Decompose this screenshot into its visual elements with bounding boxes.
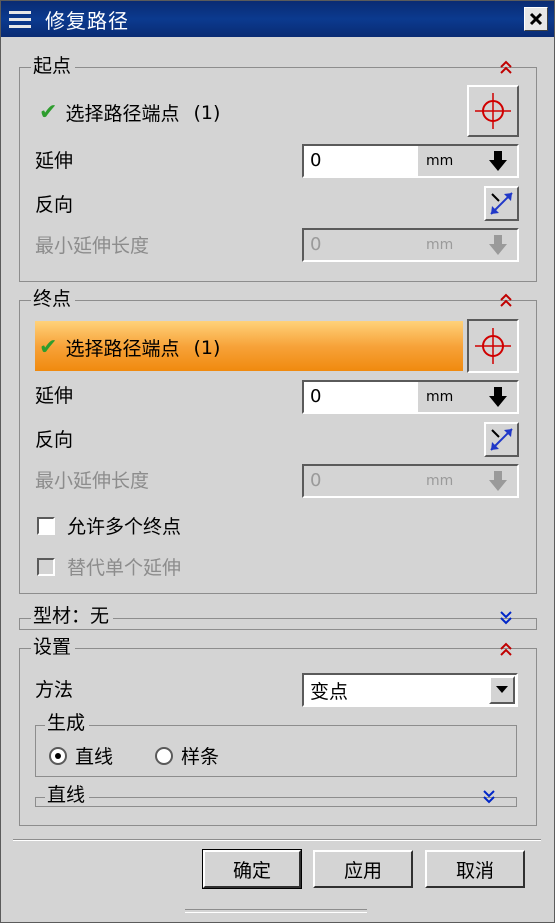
start-select-count: (1) — [193, 101, 221, 124]
radio-line-option[interactable]: 直线 — [49, 742, 113, 769]
start-reverse-button[interactable] — [484, 186, 519, 221]
check-icon: ✔ — [39, 335, 58, 360]
end-min-extend-unit: mm — [426, 473, 454, 489]
method-label: 方法 — [35, 679, 74, 701]
crosshair-icon — [475, 93, 511, 129]
reverse-direction-icon — [490, 192, 513, 215]
end-point-picker-button[interactable] — [467, 319, 519, 373]
check-icon: ✔ — [39, 100, 58, 125]
start-select-label: 选择路径端点 — [65, 103, 180, 125]
override-single-extend-row: 替代单个延伸 — [37, 553, 181, 580]
allow-multiple-checkbox[interactable] — [37, 516, 55, 535]
end-min-extend-field: 0 mm — [302, 464, 519, 498]
start-point-picker-button[interactable] — [467, 85, 519, 137]
override-single-checkbox — [37, 557, 55, 576]
end-extend-unit: mm — [426, 389, 454, 405]
start-extend-unit: mm — [426, 153, 454, 169]
reverse-direction-icon — [490, 428, 513, 451]
start-extend-value[interactable]: 0 — [304, 146, 418, 176]
ok-button[interactable]: 确定 — [202, 849, 302, 889]
end-min-extend-value: 0 — [304, 466, 418, 496]
allow-multiple-label: 允许多个终点 — [67, 516, 182, 538]
down-arrow-icon — [488, 387, 507, 407]
settings-group-title: 设置 — [31, 636, 76, 658]
end-select-label: 选择路径端点 — [65, 338, 180, 360]
expand-chevron-icon[interactable] — [498, 610, 514, 626]
collapse-chevron-icon[interactable] — [498, 59, 514, 75]
chevron-down-icon — [496, 686, 508, 693]
profile-group-title[interactable]: 型材：无 — [31, 605, 114, 627]
resize-grip[interactable] — [185, 909, 367, 913]
repair-path-dialog: 修复路径 起点 ✔ 选择路径端点 (1) 延伸 0 mm 反向 最小延伸长度 0… — [0, 0, 555, 923]
method-select-value: 变点 — [310, 680, 349, 703]
down-arrow-icon — [488, 471, 507, 491]
start-min-extend-unit: mm — [426, 237, 454, 253]
end-min-extend-dropdown — [478, 466, 517, 496]
start-extend-field[interactable]: 0 mm — [302, 144, 519, 178]
end-reverse-button[interactable] — [484, 422, 519, 457]
crosshair-icon — [475, 328, 511, 364]
menu-icon[interactable] — [9, 9, 31, 29]
radio-spline-option[interactable]: 样条 — [155, 742, 219, 769]
start-reverse-label: 反向 — [35, 194, 74, 216]
cancel-button[interactable]: 取消 — [425, 850, 525, 888]
radio-line[interactable] — [49, 746, 67, 765]
allow-multiple-endpoints-row[interactable]: 允许多个终点 — [37, 512, 181, 539]
start-extend-label: 延伸 — [35, 150, 74, 172]
title-bar: 修复路径 — [1, 1, 554, 37]
end-group-title: 终点 — [31, 288, 76, 310]
radio-spline[interactable] — [155, 746, 173, 765]
expand-chevron-icon[interactable] — [481, 789, 497, 805]
start-min-extend-dropdown — [478, 230, 517, 260]
start-min-extend-label: 最小延伸长度 — [35, 235, 150, 257]
end-extend-field[interactable]: 0 mm — [302, 380, 519, 414]
radio-line-label: 直线 — [75, 746, 114, 768]
end-min-extend-label: 最小延伸长度 — [35, 470, 150, 492]
collapse-chevron-icon[interactable] — [498, 641, 514, 657]
line-group — [35, 797, 517, 807]
start-select-endpoint[interactable]: ✔ 选择路径端点 (1) — [39, 99, 220, 126]
generate-group-title: 生成 — [45, 712, 90, 734]
start-min-extend-field: 0 mm — [302, 228, 519, 262]
start-extend-dropdown[interactable] — [478, 146, 517, 176]
start-min-extend-value: 0 — [304, 230, 418, 260]
close-button[interactable] — [524, 7, 548, 31]
apply-button[interactable]: 应用 — [313, 850, 413, 888]
end-select-endpoint[interactable]: ✔ 选择路径端点 (1) — [39, 334, 220, 361]
end-extend-label: 延伸 — [35, 385, 74, 407]
close-icon — [529, 12, 543, 26]
window-title: 修复路径 — [45, 8, 129, 33]
radio-spline-label: 样条 — [181, 746, 220, 768]
collapse-chevron-icon[interactable] — [498, 292, 514, 308]
end-extend-value[interactable]: 0 — [304, 382, 418, 412]
method-dropdown-button[interactable] — [489, 676, 515, 704]
start-group-title: 起点 — [31, 55, 76, 77]
down-arrow-icon — [488, 235, 507, 255]
override-single-label: 替代单个延伸 — [67, 557, 182, 579]
end-reverse-label: 反向 — [35, 429, 74, 451]
end-extend-dropdown[interactable] — [478, 382, 517, 412]
method-select[interactable]: 变点 — [302, 673, 518, 707]
button-separator — [13, 839, 541, 841]
line-group-title[interactable]: 直线 — [45, 784, 90, 806]
end-select-count: (1) — [193, 336, 221, 359]
down-arrow-icon — [488, 151, 507, 171]
